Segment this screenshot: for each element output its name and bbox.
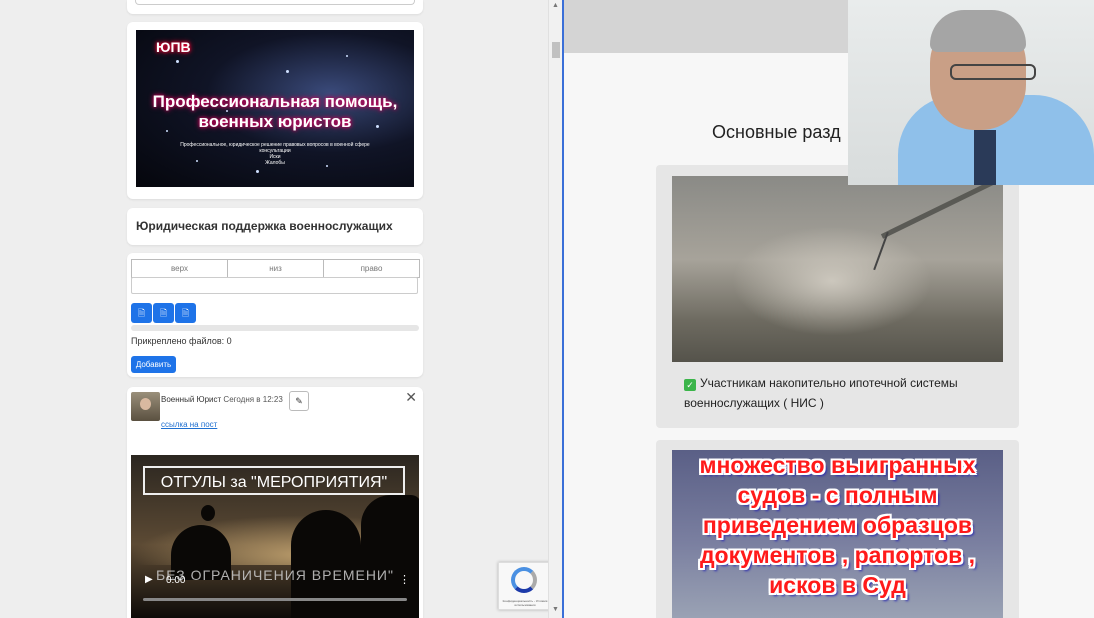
post-card: Военный Юрист Сегодня в 12:23 ✎ ✕ ссылка… xyxy=(127,387,423,618)
post-meta: Военный Юрист Сегодня в 12:23 xyxy=(161,395,283,404)
post-author[interactable]: Военный Юрист xyxy=(161,395,221,404)
scroll-down-icon[interactable]: ▼ xyxy=(552,606,559,613)
attached-files-count: Прикреплено файлов: 0 xyxy=(131,336,232,346)
video-time: 0:00 xyxy=(166,575,186,586)
webcam-overlay xyxy=(848,0,1094,185)
file-icon: 🗎 xyxy=(159,308,168,318)
section-title: Юридическая поддержка военнослужащих xyxy=(136,219,393,233)
upload-progress-bar xyxy=(131,325,419,331)
scroll-up-icon[interactable]: ▲ xyxy=(552,2,559,9)
file-icon: 🗎 xyxy=(137,308,146,318)
promo-image-text: множество выигранных судов - с полным пр… xyxy=(699,452,976,598)
avatar[interactable] xyxy=(131,392,160,421)
video-player[interactable]: ОТГУЛЫ за "МЕРОПРИЯТИЯ" БЕЗ ОГРАНИЧЕНИЯ … xyxy=(131,455,419,618)
edit-button[interactable]: ✎ xyxy=(289,391,309,411)
post-text-input[interactable] xyxy=(131,277,418,294)
banner-small-text: Профессиональное, юридическое решение пр… xyxy=(180,142,370,166)
banner-tag: ЮПВ xyxy=(156,39,191,55)
post-time: Сегодня в 12:23 xyxy=(223,395,283,404)
section-card[interactable]: множество выигранных судов - с полным пр… xyxy=(656,440,1019,618)
checkmark-icon: ✓ xyxy=(684,379,696,391)
banner-image: ЮПВ Профессиональная помощь, военных юри… xyxy=(136,30,414,187)
video-seek-bar[interactable] xyxy=(143,598,407,601)
close-icon[interactable]: ✕ xyxy=(405,389,417,406)
tab-top[interactable]: верх xyxy=(132,260,228,277)
section-card-text: ✓ Участникам накопительно ипотечной систе… xyxy=(684,376,958,410)
banner-title: Профессиональная помощь, военных юристов xyxy=(152,92,398,131)
left-panel: ЮПВ Профессиональная помощь, военных юри… xyxy=(0,0,552,618)
section-title-card: Юридическая поддержка военнослужащих xyxy=(127,208,423,245)
helicopter-photo xyxy=(672,176,1003,362)
previous-card-edge xyxy=(127,0,423,14)
tab-bottom[interactable]: низ xyxy=(228,260,324,277)
main-sections-title: Основные разд xyxy=(712,122,841,142)
position-tabs: верх низ право xyxy=(131,259,420,278)
scrollbar-thumb[interactable] xyxy=(552,42,560,58)
promo-image: множество выигранных судов - с полным пр… xyxy=(672,450,1003,618)
section-card[interactable]: ✓ Участникам накопительно ипотечной систе… xyxy=(656,165,1019,428)
scrollbar[interactable]: ▲ ▼ xyxy=(548,0,563,618)
post-link[interactable]: ссылка на пост xyxy=(161,420,217,429)
attach-file-button[interactable]: 🗎 xyxy=(153,303,174,323)
tab-right[interactable]: право xyxy=(324,260,419,277)
file-icon: 🗎 xyxy=(181,308,190,318)
recaptcha-text: Конфиденциальность - Условия использован… xyxy=(502,599,548,607)
add-button[interactable]: Добавить xyxy=(131,356,176,373)
play-icon[interactable]: ▶ xyxy=(145,574,153,585)
video-title-overlay: ОТГУЛЫ за "МЕРОПРИЯТИЯ" xyxy=(143,466,405,495)
file-buttons: 🗎 🗎 🗎 xyxy=(131,303,196,323)
attach-file-button[interactable]: 🗎 xyxy=(175,303,196,323)
post-form: верх низ право 🗎 🗎 🗎 Прикреплено файлов:… xyxy=(127,253,423,377)
recaptcha-icon xyxy=(511,567,537,593)
attach-file-button[interactable]: 🗎 xyxy=(131,303,152,323)
recaptcha-badge[interactable]: Конфиденциальность - Условия использован… xyxy=(498,562,552,610)
edit-icon: ✎ xyxy=(295,396,303,406)
banner-card: ЮПВ Профессиональная помощь, военных юри… xyxy=(127,22,423,199)
more-options-icon[interactable]: ⋮ xyxy=(399,573,410,586)
